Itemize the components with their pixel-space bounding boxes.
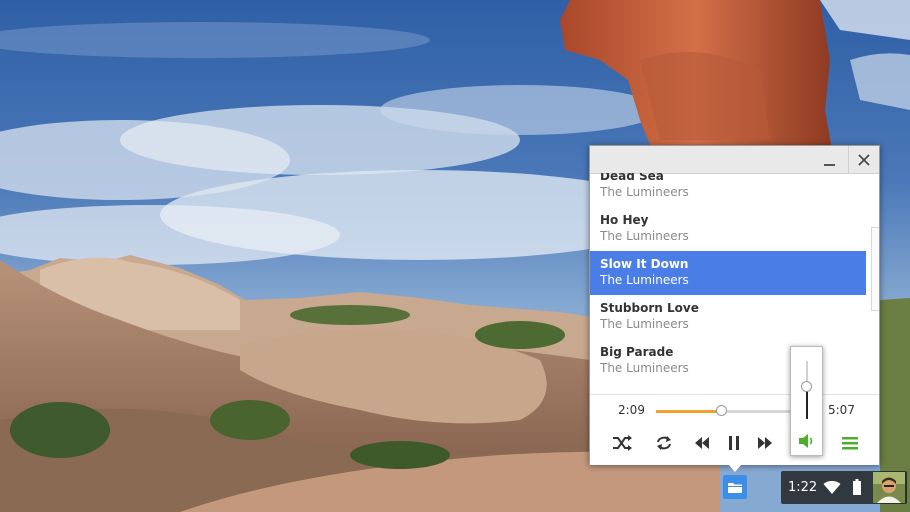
repeat-icon — [657, 436, 671, 450]
files-app-shelf-button[interactable] — [723, 475, 747, 499]
track-artist: The Lumineers — [600, 185, 689, 199]
clock: 1:22 — [788, 480, 818, 495]
track-title: Big Parade — [600, 345, 674, 359]
minimize-button[interactable] — [814, 146, 844, 173]
track-artist: The Lumineers — [600, 229, 689, 243]
audio-player-window: Dead Sea The Lumineers Ho Hey The Lumine… — [589, 145, 880, 465]
window-titlebar[interactable] — [590, 146, 879, 174]
popup-pointer — [729, 465, 741, 472]
track-duration: 5:07 — [828, 403, 855, 417]
track-artist: The Lumineers — [600, 317, 689, 331]
minimize-icon — [823, 154, 835, 166]
track-artist: The Lumineers — [600, 273, 689, 287]
shuffle-icon — [613, 435, 632, 451]
repeat-button[interactable] — [652, 432, 676, 454]
folder-icon — [728, 482, 742, 493]
system-tray[interactable]: 1:22 — [781, 471, 907, 504]
current-time: 2:09 — [618, 403, 645, 417]
playback-controls: 2:09 5:07 — [590, 394, 879, 465]
close-button[interactable] — [848, 146, 879, 173]
next-icon — [758, 437, 772, 449]
track-title: Dead Sea — [600, 173, 664, 183]
pause-icon — [729, 436, 739, 450]
playlist-icon — [842, 436, 858, 449]
track-title: Stubborn Love — [600, 301, 699, 315]
close-icon — [858, 153, 870, 166]
track-artist: The Lumineers — [600, 361, 689, 375]
pause-button[interactable] — [722, 432, 746, 454]
battery-icon — [853, 479, 861, 495]
volume-icon — [799, 434, 813, 448]
seek-bar-progress — [656, 410, 723, 413]
playlist-toggle-button[interactable] — [838, 432, 862, 454]
previous-button[interactable] — [690, 432, 714, 454]
playlist-item-selected[interactable]: Slow It Down The Lumineers — [590, 251, 866, 295]
playlist-item[interactable]: Dead Sea The Lumineers — [590, 173, 866, 207]
shuffle-button[interactable] — [610, 432, 634, 454]
user-avatar[interactable] — [873, 472, 905, 503]
playlist-item[interactable]: Big Parade The Lumineers — [590, 339, 866, 383]
previous-icon — [695, 437, 709, 449]
volume-slider-handle[interactable] — [801, 381, 812, 393]
mute-button[interactable] — [797, 432, 817, 450]
playlist-item[interactable]: Ho Hey The Lumineers — [590, 207, 866, 251]
volume-popup — [790, 346, 823, 456]
track-title: Ho Hey — [600, 213, 649, 227]
track-title: Slow It Down — [600, 257, 689, 271]
playlist: Dead Sea The Lumineers Ho Hey The Lumine… — [590, 173, 879, 391]
playlist-scrollbar[interactable] — [871, 227, 879, 311]
wifi-icon — [823, 480, 841, 494]
seek-bar-handle[interactable] — [716, 405, 728, 416]
next-button[interactable] — [753, 432, 777, 454]
playlist-item[interactable]: Stubborn Love The Lumineers — [590, 295, 866, 339]
